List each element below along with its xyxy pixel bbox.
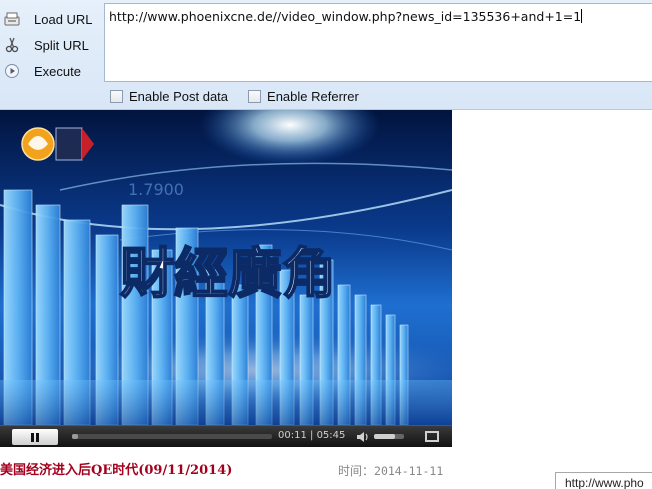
enable-post-data-option[interactable]: Enable Post data [110, 89, 228, 104]
enable-referrer-checkbox[interactable] [248, 89, 262, 103]
video-frame[interactable]: 1.7900 財經廣角 [0, 110, 452, 425]
seek-progress [72, 434, 79, 439]
background-number: 1.7900 [128, 180, 184, 199]
url-textarea[interactable]: http://www.phoenixcne.de//video_window.p… [104, 3, 652, 82]
volume-level [374, 434, 395, 439]
phoenix-tv-logo [21, 127, 94, 161]
split-url-label: Split URL [34, 38, 89, 53]
pause-button[interactable] [12, 429, 58, 445]
enable-referrer-option[interactable]: Enable Referrer [248, 89, 359, 104]
scissors-icon [4, 37, 20, 53]
split-url-button[interactable]: Split URL [0, 32, 104, 58]
news-time-value: 2014-11-11 [374, 464, 444, 478]
load-url-icon [4, 11, 20, 27]
hackbar-toolbar: Load URL Split URL Execute http://www.ph… [0, 0, 652, 110]
seek-bar[interactable] [72, 434, 272, 439]
fullscreen-button[interactable] [425, 431, 439, 442]
time-total: 05:45 [316, 430, 346, 441]
enable-post-data-label: Enable Post data [129, 88, 229, 104]
speaker-icon[interactable] [356, 430, 370, 444]
enable-post-data-checkbox[interactable] [110, 89, 123, 103]
time-current: 00:11 [278, 430, 307, 441]
hackbar-options: Enable Post data Enable Referrer [104, 86, 373, 106]
hackbar-actions: Load URL Split URL Execute [0, 6, 104, 84]
execute-label: Execute [34, 64, 81, 79]
news-title-link[interactable]: 美国经济进入后QE时代(09/11/2014) [0, 459, 232, 478]
enable-referrer-label: Enable Referrer [267, 88, 359, 104]
share-url-input[interactable]: http://www.pho [555, 472, 652, 489]
news-time: 时间：2014-11-11 [338, 462, 443, 479]
time-display: 00:11 | 05:45 [278, 430, 346, 441]
news-time-label: 时间： [338, 464, 375, 478]
video-controls: 00:11 | 05:45 [0, 425, 452, 447]
url-text: http://www.phoenixcne.de//video_window.p… [109, 9, 582, 24]
volume-slider[interactable] [374, 434, 404, 439]
text-caret [581, 9, 583, 23]
video-overlay-title: 財經廣角 [120, 241, 336, 305]
pause-icon [30, 430, 40, 445]
load-url-label: Load URL [34, 12, 93, 27]
execute-button[interactable]: Execute [0, 58, 104, 84]
load-url-button[interactable]: Load URL [0, 6, 104, 32]
play-arrow-icon [4, 63, 20, 79]
